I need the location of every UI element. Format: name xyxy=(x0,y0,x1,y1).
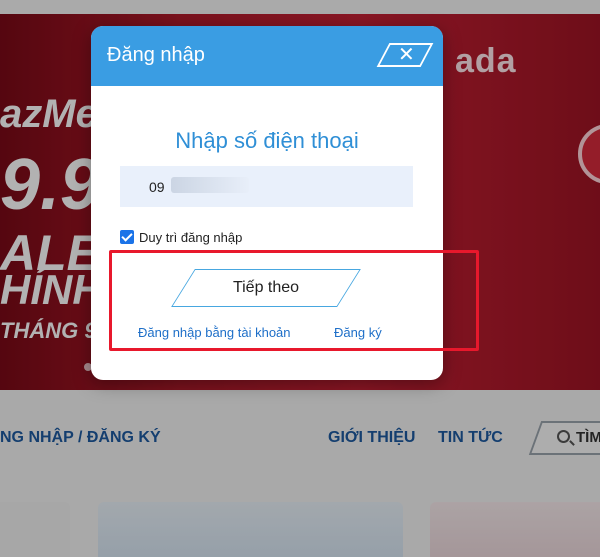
phone-input[interactable] xyxy=(120,166,413,207)
highlight-annotation xyxy=(109,250,479,351)
remember-login-label[interactable]: Duy trì đăng nhập xyxy=(139,230,242,245)
phone-heading: Nhập số điện thoại xyxy=(175,128,359,153)
remember-login-checkbox[interactable] xyxy=(120,230,134,244)
modal-header: Đăng nhập ✕ xyxy=(91,26,443,86)
phone-number-redaction xyxy=(171,177,249,193)
modal-title: Đăng nhập xyxy=(107,44,205,66)
close-icon[interactable]: ✕ xyxy=(398,43,415,67)
